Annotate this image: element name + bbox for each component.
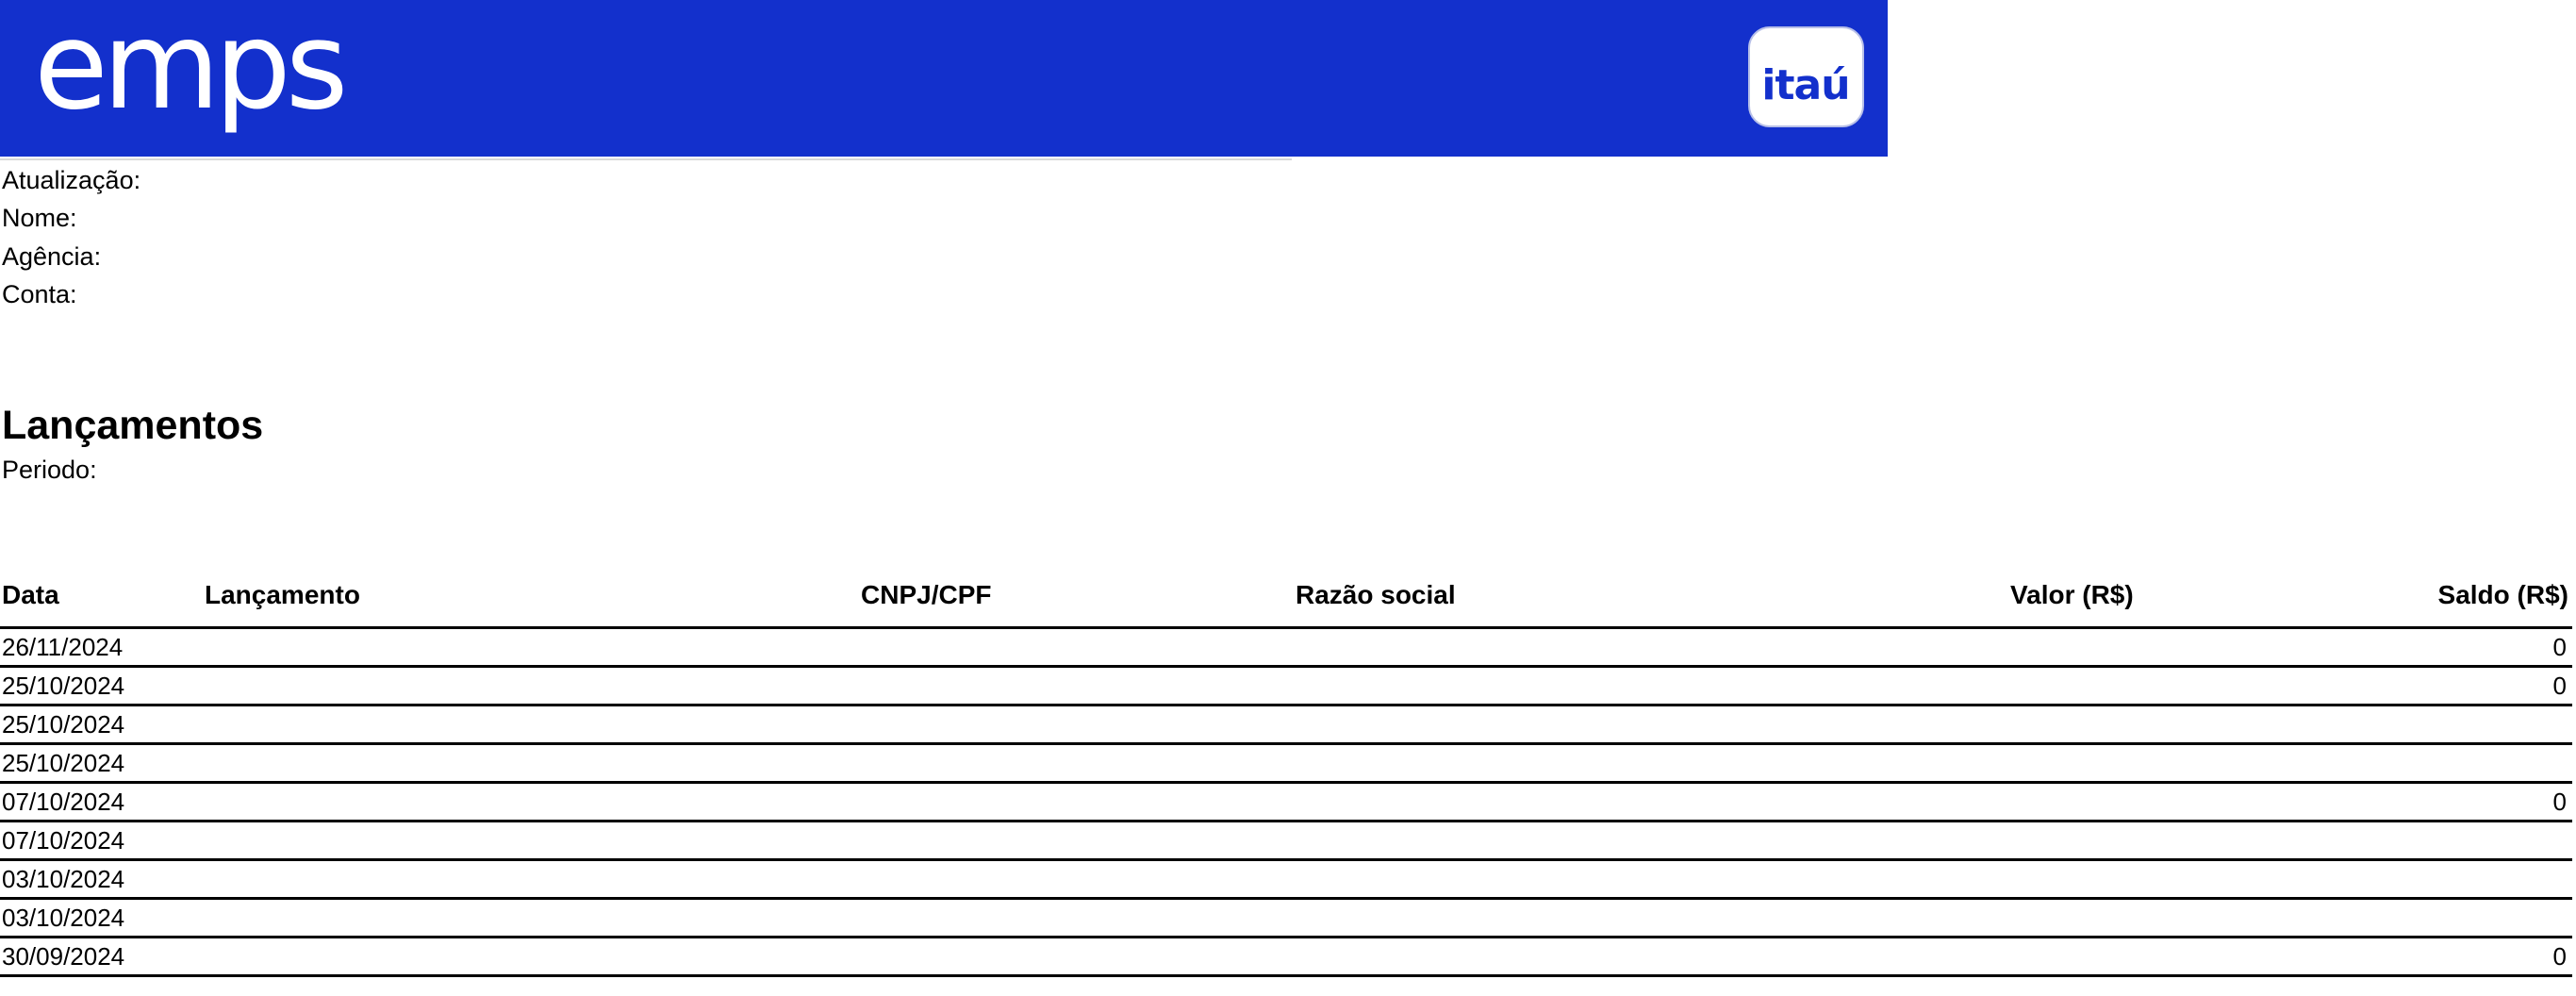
periodo-label: Periodo:: [2, 456, 97, 484]
agencia-label: Agência:: [2, 242, 102, 271]
row-date: 25/10/2024: [2, 710, 125, 739]
table-header: Data Lançamento CNPJ/CPF Razão social Va…: [0, 572, 2572, 629]
conta-label: Conta:: [2, 280, 77, 308]
column-header-razao-social: Razão social: [1296, 580, 1456, 609]
column-header-cnpj-cpf: CNPJ/CPF: [861, 580, 992, 609]
table-row: 07/10/2024 0: [0, 784, 2572, 822]
row-date: 03/10/2024: [2, 865, 125, 893]
brand-logo-text: emps: [34, 6, 343, 137]
row-date: 30/09/2024: [2, 942, 125, 971]
row-saldo: 0: [2552, 942, 2567, 971]
row-date: 07/10/2024: [2, 826, 125, 855]
table-row: 07/10/2024: [0, 822, 2572, 861]
row-saldo: 0: [2552, 672, 2567, 700]
table-row: 25/10/2024: [0, 706, 2572, 745]
column-header-saldo: Saldo (R$): [2437, 580, 2568, 609]
row-date: 25/10/2024: [2, 749, 125, 777]
nome-label: Nome:: [2, 204, 77, 232]
row-saldo: 0: [2552, 633, 2567, 661]
table-row: 03/10/2024: [0, 900, 2572, 938]
banner-divider: [0, 158, 1292, 160]
table-row: 26/11/2024 0: [0, 629, 2572, 668]
atualizacao-label: Atualização:: [2, 166, 141, 194]
column-header-data: Data: [2, 580, 59, 609]
table-row: 25/10/2024: [0, 745, 2572, 784]
column-header-lancamento: Lançamento: [205, 580, 360, 609]
row-date: 26/11/2024: [2, 633, 124, 661]
table-row: 03/10/2024: [0, 861, 2572, 900]
section-title: Lançamentos: [2, 403, 264, 448]
row-date: 03/10/2024: [2, 904, 125, 932]
header-banner: emps itaú: [0, 0, 1888, 157]
itau-logo: itaú: [1748, 26, 1864, 127]
row-date: 25/10/2024: [2, 672, 125, 700]
emps-logo: emps: [34, 6, 349, 137]
table-row: 25/10/2024 0: [0, 668, 2572, 706]
itau-logo-text: itaú: [1761, 61, 1849, 109]
table-row: 30/09/2024 0: [0, 938, 2572, 977]
transactions-table: Data Lançamento CNPJ/CPF Razão social Va…: [0, 572, 2572, 977]
row-saldo: 0: [2552, 788, 2567, 816]
statement-page: emps itaú Atualização: Nome: Agência: Co…: [0, 0, 2576, 996]
column-header-valor: Valor (R$): [2010, 580, 2134, 609]
row-date: 07/10/2024: [2, 788, 125, 816]
